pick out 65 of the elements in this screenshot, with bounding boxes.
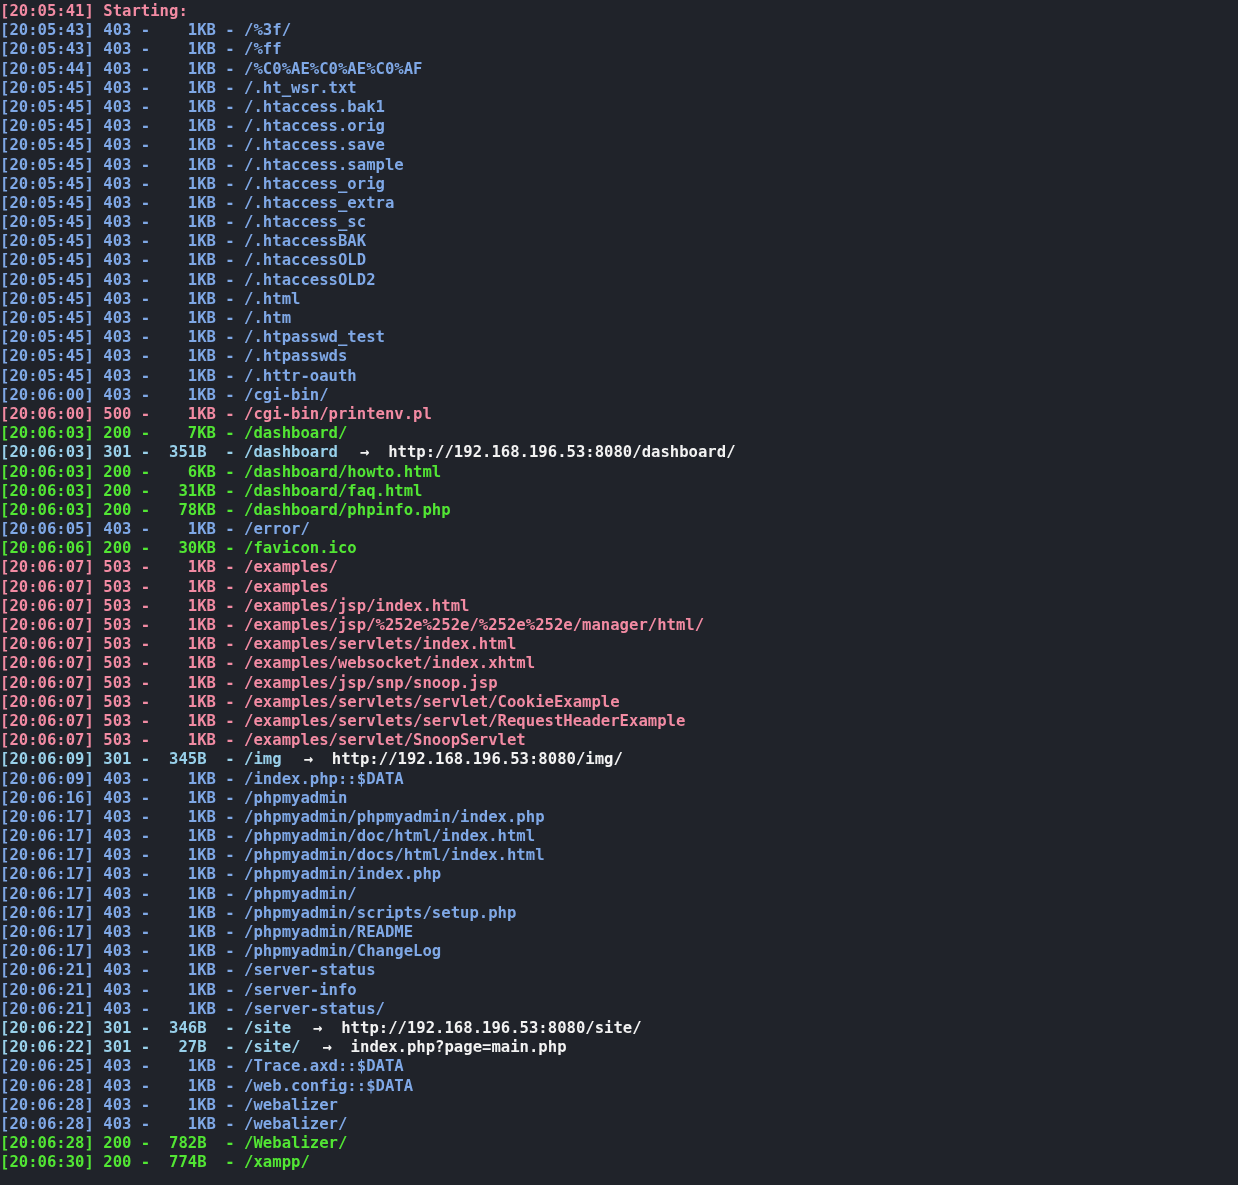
log-line: [20:05:43] 403 - 1KB - /%ff bbox=[0, 40, 282, 60]
log-line: [20:05:45] 403 - 1KB - /.html bbox=[0, 289, 301, 309]
log-line: [20:06:28] 403 - 1KB - /webalizer bbox=[0, 1095, 338, 1115]
redirect-target: → http://192.168.196.53:8080/site/ bbox=[313, 1018, 642, 1039]
log-line: [20:06:07] 503 - 1KB - /examples bbox=[0, 577, 329, 597]
log-line: [20:05:45] 403 - 1KB - /.htaccess.bak1 bbox=[0, 97, 385, 118]
log-line: [20:05:41] Starting: bbox=[0, 2, 188, 22]
log-line: [20:06:17] 403 - 1KB - /phpmyadmin/ bbox=[0, 884, 357, 904]
redirect-target: → http://192.168.196.53:8080/dashboard/ bbox=[360, 443, 736, 463]
log-line: [20:06:07] 503 - 1KB - /examples/jsp/%252e%252e/%252e%252e/manager/html/ bbox=[0, 616, 705, 636]
log-line: [20:06:03] 200 - 7KB - /dashboard/ bbox=[0, 424, 348, 444]
log-line: [20:06:07] 503 - 1KB - /examples/jsp/index.html bbox=[0, 596, 470, 616]
log-line: [20:05:45] 403 - 1KB - /.htpasswd_test bbox=[0, 328, 385, 348]
log-line: [20:06:22] 301 - 346B - /site bbox=[0, 1018, 292, 1039]
log-line: [20:06:17] 403 - 1KB - /phpmyadmin/phpmyadmin/index.php bbox=[0, 807, 545, 828]
log-line: [20:06:00] 403 - 1KB - /cgi-bin/ bbox=[0, 385, 329, 405]
log-line: [20:05:45] 403 - 1KB - /.htaccess.sample bbox=[0, 155, 404, 175]
log-line: [20:06:17] 403 - 1KB - /phpmyadmin/README bbox=[0, 923, 414, 943]
log-line: [20:05:45] 403 - 1KB - /.ht_wsr.txt bbox=[0, 78, 357, 98]
log-line: [20:06:28] 200 - 782B - /Webalizer/ bbox=[0, 1134, 348, 1154]
log-line: [20:06:21] 403 - 1KB - /server-status/ bbox=[0, 999, 385, 1019]
log-line: [20:06:07] 503 - 1KB - /examples/servlets/servlet/CookieExample bbox=[0, 692, 620, 712]
log-line: [20:05:45] 403 - 1KB - /.htaccess.save bbox=[0, 136, 385, 156]
log-line: [20:06:17] 403 - 1KB - /phpmyadmin/ChangeLog bbox=[0, 942, 442, 962]
log-line: [20:05:45] 403 - 1KB - /.htaccess_sc bbox=[0, 213, 367, 233]
log-line: [20:06:07] 503 - 1KB - /examples/servlets/index.html bbox=[0, 635, 517, 655]
log-line: [20:06:05] 403 - 1KB - /error/ bbox=[0, 520, 310, 540]
log-line: [20:06:17] 403 - 1KB - /phpmyadmin/index.php bbox=[0, 865, 442, 885]
log-line: [20:06:00] 500 - 1KB - /cgi-bin/printenv.pl bbox=[0, 404, 432, 425]
log-line: [20:06:09] 301 - 345B - /img bbox=[0, 750, 282, 770]
log-line: [20:06:03] 200 - 6KB - /dashboard/howto.html bbox=[0, 462, 442, 482]
log-line: [20:06:22] 301 - 27B - /site/ bbox=[0, 1038, 301, 1058]
log-line: [20:05:45] 403 - 1KB - /.htm bbox=[0, 309, 292, 329]
log-line: [20:05:45] 403 - 1KB - /.httr-oauth bbox=[0, 366, 357, 386]
log-line: [20:06:07] 503 - 1KB - /examples/ bbox=[0, 558, 338, 578]
log-line: [20:06:28] 403 - 1KB - /web.config::$DATA bbox=[0, 1076, 414, 1096]
log-line: [20:06:17] 403 - 1KB - /phpmyadmin/doc/html/index.html bbox=[0, 827, 536, 847]
log-line: [20:06:28] 403 - 1KB - /webalizer/ bbox=[0, 1114, 348, 1135]
log-line: [20:06:16] 403 - 1KB - /phpmyadmin bbox=[0, 788, 348, 808]
log-line: [20:05:44] 403 - 1KB - /%C0%AE%C0%AE%C0%AF bbox=[0, 59, 423, 79]
log-line: [20:05:45] 403 - 1KB - /.htaccess.orig bbox=[0, 117, 385, 137]
log-line: [20:05:45] 403 - 1KB - /.htaccessBAK bbox=[0, 232, 367, 252]
log-line: [20:06:30] 200 - 774B - /xampp/ bbox=[0, 1153, 310, 1173]
log-line: [20:05:45] 403 - 1KB - /.htpasswds bbox=[0, 347, 348, 367]
log-line: [20:06:17] 403 - 1KB - /phpmyadmin/scripts/setup.php bbox=[0, 903, 517, 923]
log-line: [20:05:43] 403 - 1KB - /%3f/ bbox=[0, 21, 292, 41]
log-line: [20:06:07] 503 - 1KB - /examples/servlets/servlet/RequestHeaderExample bbox=[0, 711, 686, 732]
log-line: [20:06:06] 200 - 30KB - /favicon.ico bbox=[0, 539, 357, 559]
log-line: [20:05:45] 403 - 1KB - /.htaccessOLD bbox=[0, 251, 367, 271]
log-line: [20:06:09] 403 - 1KB - /index.php::$DATA bbox=[0, 769, 404, 789]
log-line: [20:06:07] 503 - 1KB - /examples/websocket/index.xhtml bbox=[0, 654, 536, 674]
log-line: [20:05:45] 403 - 1KB - /.htaccess_extra bbox=[0, 193, 395, 214]
log-line: [20:06:07] 503 - 1KB - /examples/servlet/SnoopServlet bbox=[0, 731, 526, 751]
log-line: [20:06:03] 200 - 78KB - /dashboard/phpinfo.php bbox=[0, 500, 451, 521]
log-line: [20:06:03] 200 - 31KB - /dashboard/faq.html bbox=[0, 481, 423, 501]
redirect-target: → index.php?page=main.php bbox=[322, 1038, 567, 1058]
log-line: [20:05:45] 403 - 1KB - /.htaccessOLD2 bbox=[0, 270, 376, 290]
log-line: [20:06:07] 503 - 1KB - /examples/jsp/snp/snoop.jsp bbox=[0, 673, 498, 693]
log-line: [20:06:21] 403 - 1KB - /server-status bbox=[0, 961, 376, 981]
redirect-target: → http://192.168.196.53:8080/img/ bbox=[303, 750, 623, 770]
log-line: [20:05:45] 403 - 1KB - /.htaccess_orig bbox=[0, 174, 385, 194]
log-line: [20:06:17] 403 - 1KB - /phpmyadmin/docs/html/index.html bbox=[0, 846, 545, 866]
log-line: [20:06:03] 301 - 351B - /dashboard bbox=[0, 443, 338, 463]
log-line: [20:06:25] 403 - 1KB - /Trace.axd::$DATA bbox=[0, 1057, 404, 1077]
log-line: [20:06:21] 403 - 1KB - /server-info bbox=[0, 980, 357, 1000]
